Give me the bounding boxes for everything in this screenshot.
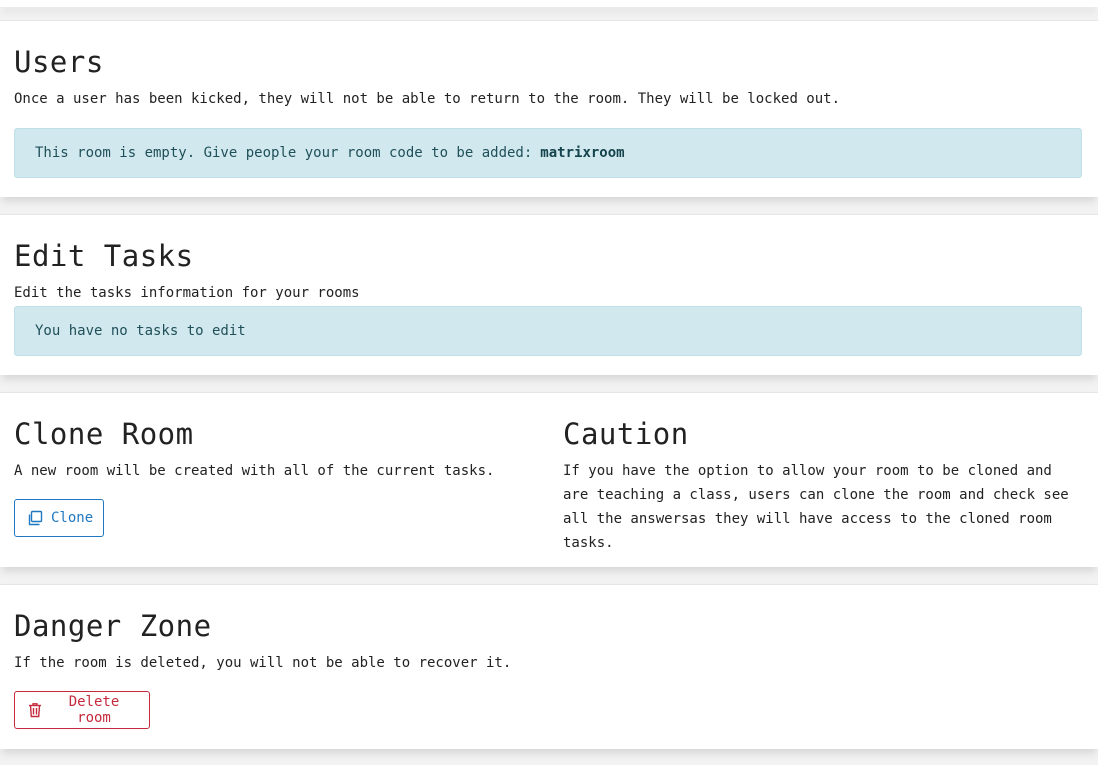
trash-icon (27, 702, 43, 718)
caution-title: Caution (563, 417, 689, 451)
previous-section-edge (0, 0, 1098, 7)
clone-button-label: Clone (51, 510, 94, 526)
edit-tasks-description: Edit the tasks information for your room… (14, 285, 360, 301)
room-empty-alert: This room is empty. Give people your roo… (14, 128, 1082, 178)
danger-zone-title: Danger Zone (14, 609, 212, 643)
no-tasks-alert: You have no tasks to edit (14, 306, 1082, 356)
room-empty-text: This room is empty. Give people your roo… (35, 145, 533, 161)
clone-button[interactable]: Clone (14, 499, 104, 537)
edit-tasks-section: Edit Tasks Edit the tasks information fo… (0, 214, 1098, 375)
room-settings-page: Users Once a user has been kicked, they … (0, 0, 1098, 765)
caution-text: If you have the option to allow your roo… (563, 463, 1069, 551)
clone-room-description: A new room will be created with all of t… (14, 463, 495, 479)
danger-zone-description: If the room is deleted, you will not be … (14, 655, 512, 671)
clone-room-section: Clone Room A new room will be created wi… (0, 392, 1098, 567)
edit-tasks-title: Edit Tasks (14, 239, 194, 273)
users-section: Users Once a user has been kicked, they … (0, 20, 1098, 197)
clone-room-title: Clone Room (14, 417, 194, 451)
danger-zone-section: Danger Zone If the room is deleted, you … (0, 584, 1098, 749)
delete-room-button-label: Delete room (68, 694, 120, 726)
users-description: Once a user has been kicked, they will n… (14, 91, 841, 107)
room-code: matrixroom (540, 145, 625, 161)
delete-room-button[interactable]: Delete room (14, 691, 150, 729)
copy-icon (27, 510, 43, 526)
no-tasks-text: You have no tasks to edit (35, 323, 246, 339)
users-title: Users (14, 45, 104, 79)
